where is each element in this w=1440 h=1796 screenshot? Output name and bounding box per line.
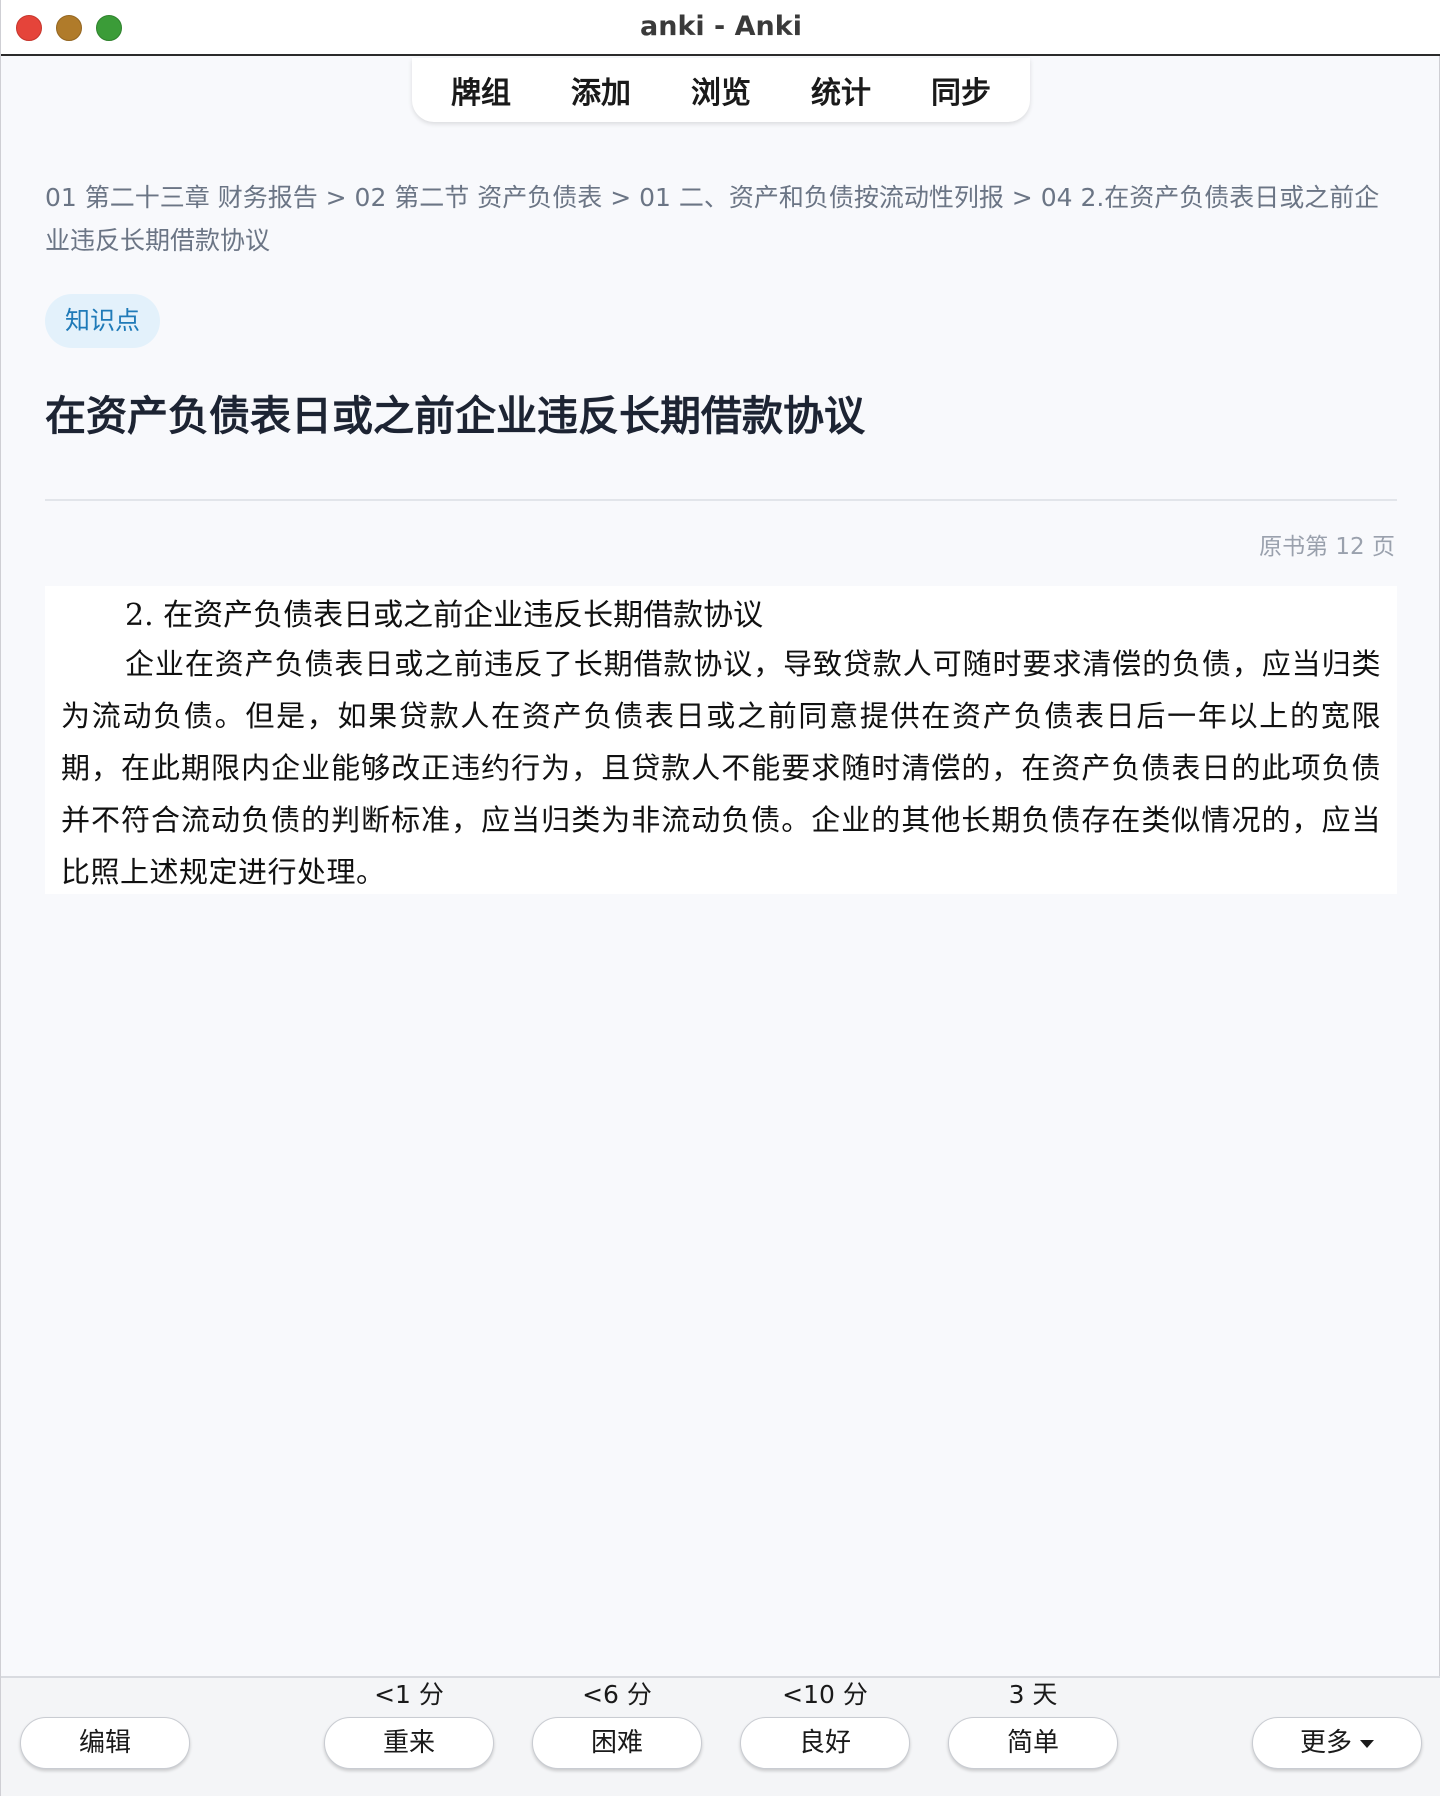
caret-down-icon (1360, 1739, 1374, 1748)
more-button-label: 更多 (1299, 1728, 1352, 1758)
interval-hard: <6 分 (582, 1680, 652, 1709)
window-title: anki - Anki (640, 11, 802, 42)
hard-button-label: 困难 (590, 1728, 643, 1758)
excerpt-heading: 2. 在资产负债表日或之前企业违反长期借款协议 (125, 598, 764, 633)
good-button-label: 良好 (798, 1728, 851, 1758)
anki-window: anki - Anki 牌组 添加 浏览 统计 同步 01 第二十三章 财务报告… (0, 0, 1440, 1796)
interval-easy: 3 天 (1008, 1680, 1058, 1709)
tag-badge: 知识点 (45, 294, 161, 348)
edit-button[interactable]: 编辑 (20, 1717, 190, 1769)
nav-stats[interactable]: 统计 (781, 68, 901, 112)
breadcrumb: 01 第二十三章 财务报告 > 02 第二节 资产负债表 > 01 二、资产和负… (45, 183, 1380, 255)
again-button[interactable]: 重来 (324, 1717, 494, 1769)
excerpt-body: 企业在资产负债表日或之前违反了长期借款协议，导致贷款人可随时要求清偿的负债，应当… (61, 647, 1381, 889)
again-button-label: 重来 (382, 1728, 435, 1758)
nav-sync[interactable]: 同步 (901, 68, 1021, 112)
book-excerpt-image: 2. 在资产负债表日或之前企业违反长期借款协议 企业在资产负债表日或之前违反了长… (45, 586, 1397, 894)
good-button[interactable]: 良好 (740, 1717, 910, 1769)
edit-button-label: 编辑 (78, 1728, 131, 1758)
top-nav: 牌组 添加 浏览 统计 同步 (412, 58, 1030, 122)
interval-good: <10 分 (782, 1680, 868, 1709)
more-button[interactable]: 更多 (1252, 1717, 1422, 1769)
hard-button[interactable]: 困难 (532, 1717, 702, 1769)
interval-again: <1 分 (374, 1680, 444, 1709)
page-reference: 原书第 12 页 (1259, 534, 1395, 560)
title-bar: anki - Anki (1, 0, 1440, 56)
easy-button-label: 简单 (1006, 1728, 1059, 1758)
easy-button[interactable]: 简单 (948, 1717, 1118, 1769)
divider (45, 499, 1397, 501)
nav-decks[interactable]: 牌组 (421, 68, 541, 112)
nav-add[interactable]: 添加 (541, 68, 661, 112)
bottom-bar (1, 1676, 1440, 1796)
card-title: 在资产负债表日或之前企业违反长期借款协议 (45, 392, 865, 440)
nav-browse[interactable]: 浏览 (661, 68, 781, 112)
